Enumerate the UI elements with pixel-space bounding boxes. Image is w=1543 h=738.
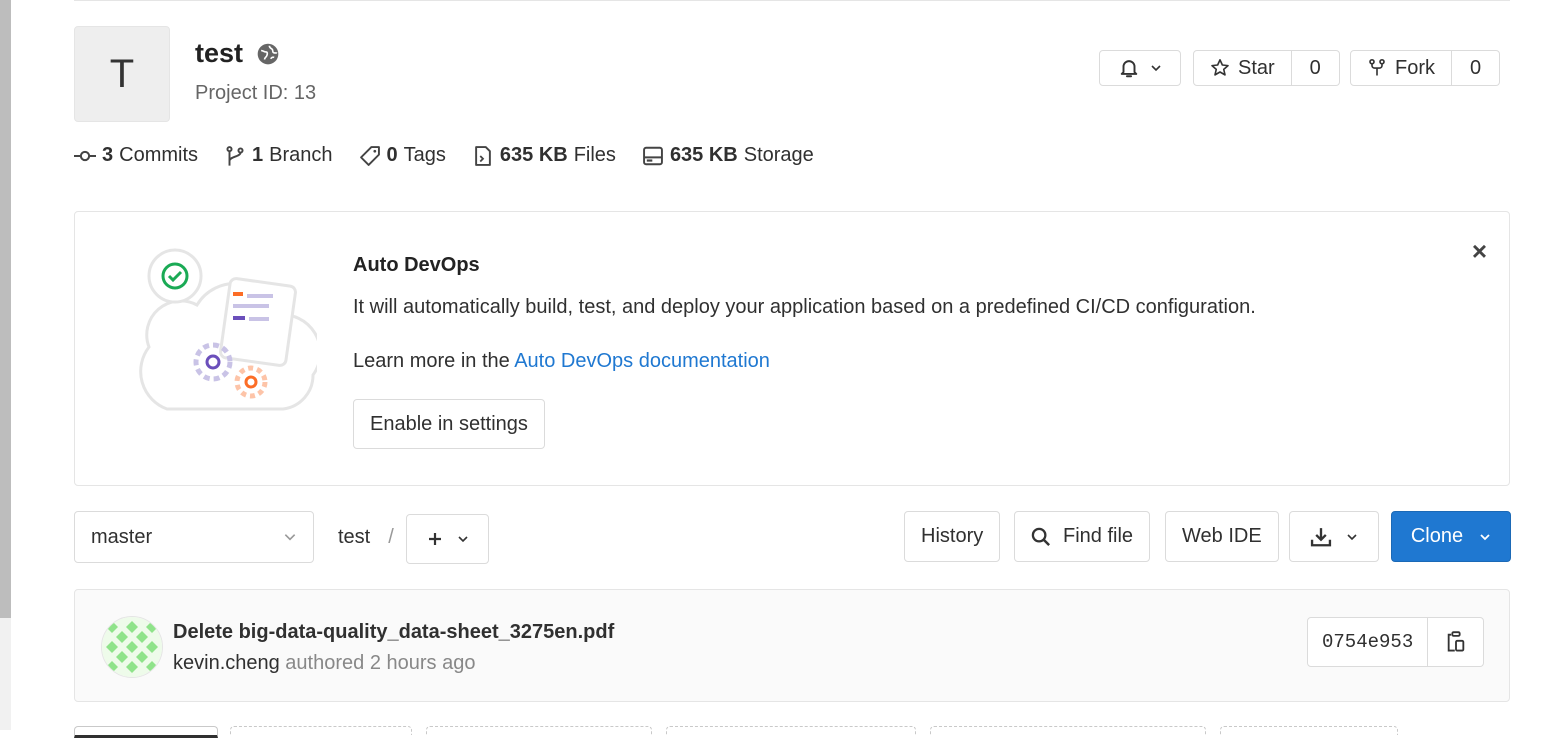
breadcrumb-root[interactable]: test: [338, 526, 370, 549]
breadcrumb-separator: /: [388, 526, 394, 548]
quick-link[interactable]: [666, 726, 916, 735]
copy-sha-button[interactable]: [1428, 617, 1485, 667]
quick-link[interactable]: [930, 726, 1206, 735]
bell-icon: [1120, 60, 1138, 78]
history-label: History: [921, 525, 984, 547]
stat-files-label: Files: [573, 144, 616, 166]
star-button[interactable]: Star: [1193, 50, 1292, 86]
download-dropdown[interactable]: [1289, 511, 1379, 562]
commit-icon: [74, 150, 96, 161]
branch-select-value: master: [91, 525, 153, 548]
star-icon: [1211, 59, 1229, 76]
close-icon[interactable]: ×: [1472, 236, 1487, 267]
web-ide-label: Web IDE: [1182, 525, 1262, 547]
scrollbar-thumb[interactable]: [0, 0, 11, 618]
fork-button-group: Fork 0: [1350, 50, 1500, 86]
commit-title[interactable]: Delete big-data-quality_data-sheet_3275e…: [173, 621, 614, 644]
last-commit-panel: Delete big-data-quality_data-sheet_3275e…: [74, 589, 1510, 702]
commit-sha[interactable]: 0754e953: [1307, 617, 1429, 667]
chevron-down-icon: [1480, 533, 1490, 540]
stat-branches-value: 1: [252, 144, 264, 166]
avatar[interactable]: [101, 616, 163, 678]
quick-link[interactable]: [230, 726, 412, 735]
download-icon: [1310, 527, 1332, 546]
commit-sha-value: 0754e953: [1322, 631, 1414, 653]
quick-link[interactable]: [1220, 726, 1398, 735]
branch-select[interactable]: master: [74, 511, 314, 563]
fork-count-value: 0: [1469, 56, 1482, 79]
clone-dropdown[interactable]: Clone: [1391, 511, 1511, 562]
project-name: test: [195, 38, 244, 68]
globe-icon: [257, 43, 279, 64]
chevron-down-icon: [284, 534, 296, 541]
fork-button[interactable]: Fork: [1350, 50, 1452, 86]
stat-branches[interactable]: 1 Branch: [224, 144, 333, 167]
auto-devops-learn-more: Learn more in the Auto DevOps documentat…: [353, 350, 770, 373]
stat-commits[interactable]: 3 Commits: [74, 144, 198, 167]
notification-dropdown[interactable]: [1099, 50, 1181, 86]
search-icon: [1031, 527, 1051, 546]
stat-storage-value: 635 KB: [669, 144, 738, 166]
auto-devops-docs-link[interactable]: Auto DevOps documentation: [514, 350, 770, 372]
plus-icon: [428, 533, 441, 545]
chevron-down-icon: [457, 536, 468, 543]
project-avatar: T: [74, 26, 170, 122]
breadcrumb: test /: [338, 526, 394, 549]
auto-devops-illustration: [139, 248, 317, 411]
star-count-value: 0: [1309, 56, 1321, 79]
tag-icon: [359, 145, 380, 166]
project-title: test: [195, 38, 279, 69]
chevron-down-icon: [1151, 65, 1161, 72]
project-stats: 3 Commits 1 Branch 0 Tags 635 KB Files 635 K…: [74, 144, 840, 167]
web-ide-button[interactable]: Web IDE: [1165, 511, 1279, 562]
add-to-tree-dropdown[interactable]: [406, 514, 489, 564]
quick-links-row: [0, 726, 1543, 738]
commit-authored-time: authored 2 hours ago: [279, 652, 476, 674]
auto-devops-banner: Auto DevOps It will automatically build,…: [74, 211, 1510, 486]
star-label: Star: [1238, 56, 1275, 79]
branch-icon: [226, 145, 244, 166]
stat-storage: 635 KB Storage: [642, 144, 814, 167]
find-file-label: Find file: [1063, 525, 1134, 547]
stat-tags[interactable]: 0 Tags: [359, 144, 446, 167]
file-icon: [475, 145, 491, 166]
stat-files-value: 635 KB: [499, 144, 568, 166]
fork-label: Fork: [1395, 56, 1435, 79]
stat-tags-label: Tags: [403, 144, 446, 166]
fork-icon: [1369, 58, 1385, 76]
auto-devops-title: Auto DevOps: [353, 254, 480, 276]
stat-commits-label: Commits: [119, 144, 199, 166]
star-button-group: Star 0: [1193, 50, 1340, 86]
project-avatar-letter: T: [109, 51, 135, 96]
page-scrollbar[interactable]: [0, 0, 11, 730]
enable-in-settings-button[interactable]: Enable in settings: [353, 399, 545, 449]
quick-link[interactable]: [426, 726, 652, 735]
enable-in-settings-label: Enable in settings: [370, 412, 528, 435]
stat-commits-value: 3: [102, 144, 114, 166]
commit-meta: kevin.cheng authored 2 hours ago: [173, 652, 475, 675]
stat-branches-label: Branch: [269, 144, 333, 166]
project-id: Project ID: 13: [195, 82, 317, 104]
stat-tags-value: 0: [386, 144, 398, 166]
stat-files: 635 KB Files: [472, 144, 616, 167]
chevron-down-icon: [1347, 533, 1357, 540]
learn-more-prefix: Learn more in the: [353, 350, 515, 372]
clone-label: Clone: [1410, 525, 1464, 547]
identicon-image: [102, 617, 162, 677]
storage-icon: [643, 146, 663, 165]
fork-count[interactable]: 0: [1452, 50, 1500, 86]
clipboard-icon: [1447, 631, 1464, 652]
stat-storage-label: Storage: [743, 144, 814, 166]
quick-link[interactable]: [74, 726, 218, 738]
commit-author[interactable]: kevin.cheng: [173, 652, 280, 674]
find-file-button[interactable]: Find file: [1014, 511, 1151, 562]
star-count[interactable]: 0: [1291, 50, 1340, 86]
auto-devops-description: It will automatically build, test, and d…: [353, 296, 1256, 318]
history-button[interactable]: History: [904, 511, 1001, 562]
commit-sha-group: 0754e953: [1307, 617, 1485, 667]
divider: [74, 0, 1510, 1]
